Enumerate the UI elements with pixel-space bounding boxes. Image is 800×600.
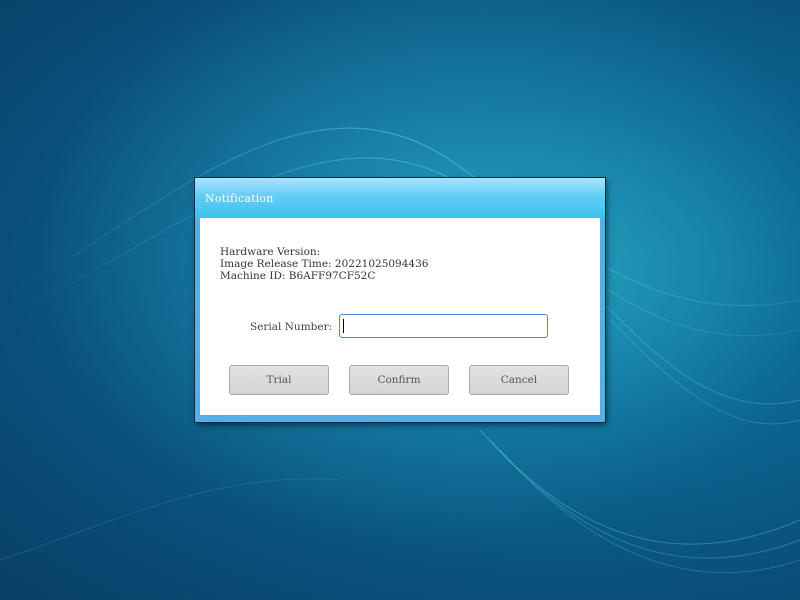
trial-button[interactable]: Trial xyxy=(229,365,329,395)
machine-id-text: Machine ID: B6AFF97CF52C xyxy=(220,270,376,282)
text-caret xyxy=(343,319,344,333)
cancel-button[interactable]: Cancel xyxy=(469,365,569,395)
dialog-titlebar[interactable]: Notification xyxy=(195,178,605,218)
confirm-button[interactable]: Confirm xyxy=(349,365,449,395)
dialog-content: Hardware Version: Image Release Time: 202… xyxy=(200,218,600,415)
system-info: Hardware Version: Image Release Time: 202… xyxy=(220,246,428,282)
notification-dialog: Notification Hardware Version: Image Rele… xyxy=(195,178,605,422)
hardware-version-text: Hardware Version: xyxy=(220,246,321,258)
serial-number-label: Serial Number: xyxy=(250,321,333,333)
image-release-time-text: Image Release Time: 20221025094436 xyxy=(220,258,429,270)
serial-number-input[interactable] xyxy=(339,314,548,338)
dialog-title: Notification xyxy=(205,192,274,205)
